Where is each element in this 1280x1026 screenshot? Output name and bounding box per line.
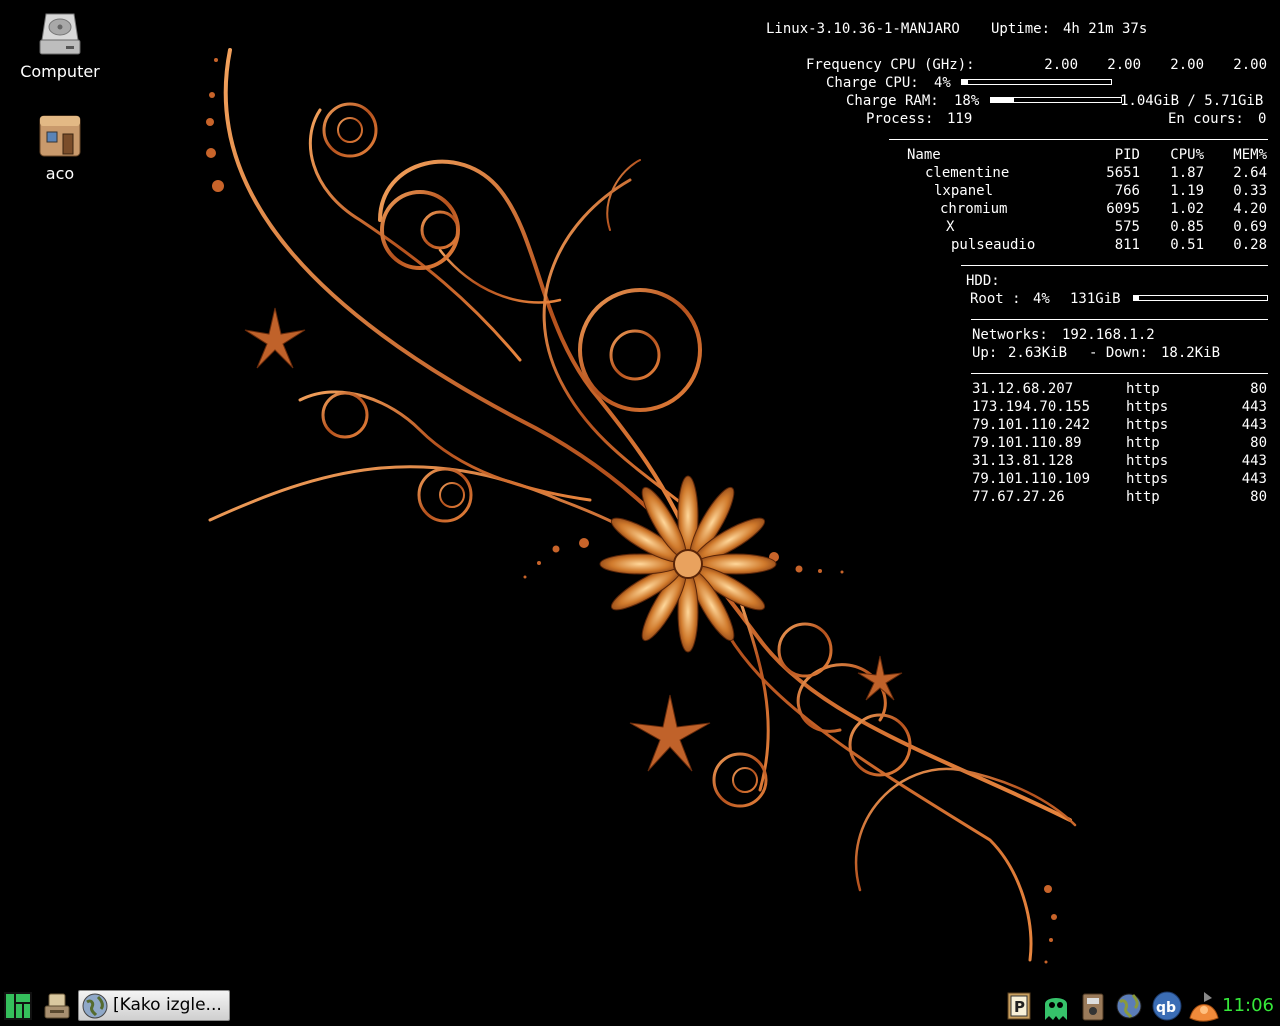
process-mem: 0.28 — [1233, 237, 1267, 253]
manjaro-menu-icon[interactable] — [3, 990, 33, 1022]
task-button-title: [Kako izgle... — [113, 995, 222, 1015]
running-count-value: 0 — [1258, 111, 1267, 127]
network-label: Networks: — [972, 327, 1048, 343]
process-pid: 5651 — [1106, 165, 1140, 181]
taskbar-panel: [Kako izgle... P qb 11:06 — [0, 988, 1280, 1024]
svg-text:qb: qb — [1156, 1000, 1176, 1016]
connection-ip: 77.67.27.26 — [972, 489, 1065, 505]
process-name: chromium — [940, 201, 1008, 217]
download-value: 18.2KiB — [1161, 345, 1221, 361]
divider — [961, 265, 1268, 266]
connection-port: 443 — [1241, 399, 1267, 415]
connection-protocol: https — [1126, 453, 1169, 469]
ghost-icon[interactable] — [1041, 990, 1071, 1022]
cpu-load-bar-fill — [962, 80, 968, 84]
cpu-load-label: Charge CPU: — [826, 75, 919, 91]
cpu-frequency-core: 2.00 — [1170, 57, 1204, 73]
connection-port: 443 — [1241, 471, 1267, 487]
ram-load-value: 18% — [954, 93, 980, 109]
hdd-label: HDD: — [966, 273, 1000, 289]
upload-value: 2.63KiB — [1008, 345, 1068, 361]
process-cpu: 1.02 — [1170, 201, 1204, 217]
process-cpu: 1.19 — [1170, 183, 1204, 199]
process-name: X — [946, 219, 955, 235]
ram-load-bar-fill — [991, 98, 1015, 102]
ram-usage: 1.04GiB / 5.71GiB — [1120, 93, 1264, 109]
download-label: - Down: — [1089, 345, 1149, 361]
task-button-browser[interactable]: [Kako izgle... — [78, 990, 230, 1021]
network-globe-icon[interactable] — [1114, 990, 1144, 1022]
ram-load-label: Charge RAM: — [846, 93, 939, 109]
proc-header-mem: MEM% — [1233, 147, 1267, 163]
process-pid: 575 — [1114, 219, 1140, 235]
process-name: clementine — [925, 165, 1010, 181]
connection-port: 80 — [1250, 489, 1267, 505]
connection-protocol: https — [1126, 399, 1169, 415]
proc-header-pid: PID — [1114, 147, 1140, 163]
cpu-frequency-core: 2.00 — [1044, 57, 1078, 73]
process-pid: 6095 — [1106, 201, 1140, 217]
connection-port: 443 — [1241, 417, 1267, 433]
process-cpu: 0.85 — [1170, 219, 1204, 235]
connection-protocol: http — [1126, 489, 1160, 505]
process-count-value: 119 — [947, 111, 973, 127]
proc-header-cpu: CPU% — [1170, 147, 1204, 163]
upload-label: Up: — [972, 345, 998, 361]
clock[interactable]: 11:06 — [1222, 988, 1274, 1024]
connection-protocol: http — [1126, 435, 1160, 451]
process-count-label: Process: — [866, 111, 934, 127]
conky-system-monitor: Linux-3.10.36-1-MANJARO Uptime: 4h 21m 3… — [0, 0, 1280, 520]
root-usage-bar — [1133, 295, 1268, 301]
cpu-frequency-core: 2.00 — [1107, 57, 1141, 73]
connection-ip: 173.194.70.155 — [972, 399, 1091, 415]
connection-ip: 79.101.110.89 — [972, 435, 1082, 451]
connection-protocol: https — [1126, 471, 1169, 487]
connection-port: 80 — [1250, 435, 1267, 451]
root-label: Root : — [970, 291, 1021, 307]
process-pid: 766 — [1114, 183, 1140, 199]
connection-ip: 31.13.81.128 — [972, 453, 1074, 469]
uptime-label: Uptime: — [991, 21, 1051, 37]
connection-protocol: http — [1126, 381, 1160, 397]
connection-ip: 31.12.68.207 — [972, 381, 1074, 397]
process-mem: 0.69 — [1233, 219, 1267, 235]
proc-header-name: Name — [907, 147, 941, 163]
divider — [889, 139, 1268, 140]
uptime-value: 4h 21m 37s — [1063, 21, 1148, 37]
connection-ip: 79.101.110.242 — [972, 417, 1091, 433]
clementine-icon[interactable] — [1188, 990, 1224, 1022]
running-count-label: En cours: — [1168, 111, 1244, 127]
kernel-version: Linux-3.10.36-1-MANJARO — [766, 21, 960, 37]
process-name: pulseaudio — [951, 237, 1036, 253]
process-mem: 2.64 — [1233, 165, 1267, 181]
process-cpu: 1.87 — [1170, 165, 1204, 181]
connection-ip: 79.101.110.109 — [972, 471, 1091, 487]
pamac-updater-icon[interactable]: P — [1005, 990, 1035, 1022]
cpu-frequency-label: Frequency CPU (GHz): — [806, 57, 975, 73]
root-usage-bar-fill — [1134, 296, 1140, 300]
show-desktop-icon[interactable] — [42, 990, 72, 1022]
cpu-frequency-core: 2.00 — [1233, 57, 1267, 73]
process-cpu: 0.51 — [1170, 237, 1204, 253]
connection-protocol: https — [1126, 417, 1169, 433]
process-pid: 811 — [1114, 237, 1140, 253]
root-size: 131GiB — [1070, 291, 1121, 307]
browser-globe-icon — [82, 993, 108, 1020]
ram-load-bar — [990, 97, 1122, 103]
svg-text:P: P — [1014, 998, 1025, 1016]
connection-port: 80 — [1250, 381, 1267, 397]
connection-port: 443 — [1241, 453, 1267, 469]
network-ip: 192.168.1.2 — [1062, 327, 1155, 343]
process-name: lxpanel — [934, 183, 994, 199]
cpu-load-value: 4% — [934, 75, 951, 91]
process-mem: 4.20 — [1233, 201, 1267, 217]
package-manager-icon[interactable] — [1078, 990, 1108, 1022]
qbittorrent-icon[interactable]: qb — [1151, 990, 1183, 1022]
divider — [971, 373, 1268, 374]
root-usage-value: 4% — [1033, 291, 1050, 307]
divider — [971, 319, 1268, 320]
cpu-load-bar — [961, 79, 1112, 85]
process-mem: 0.33 — [1233, 183, 1267, 199]
